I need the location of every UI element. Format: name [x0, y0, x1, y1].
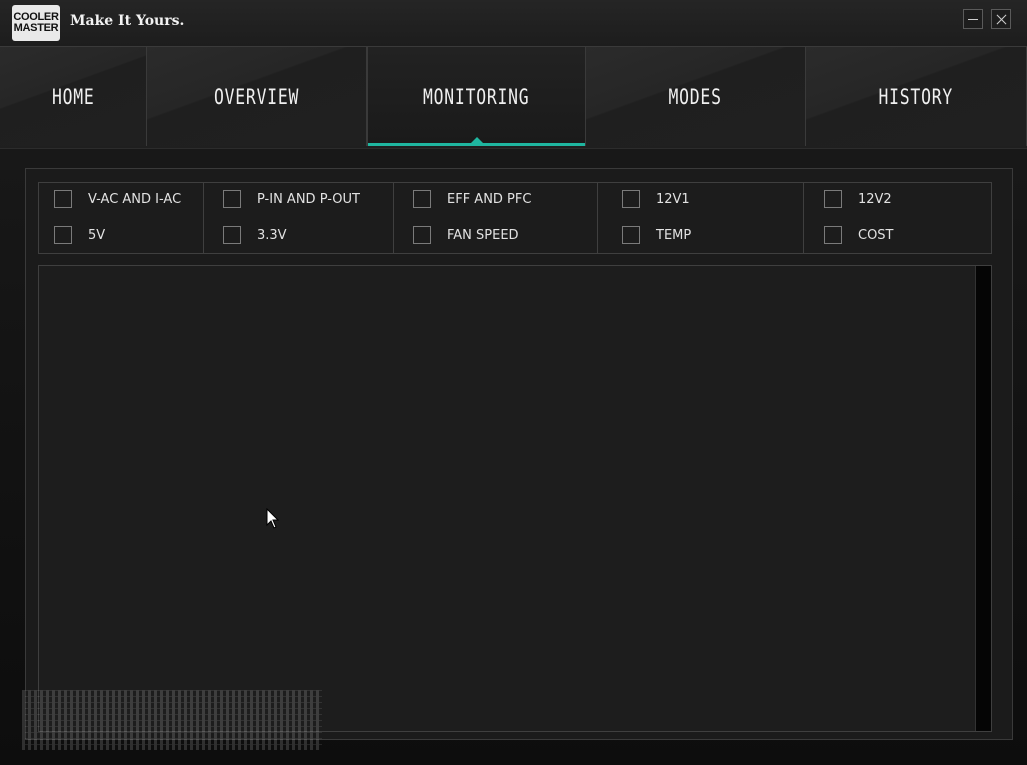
option-label: TEMP [656, 227, 692, 243]
option-label: P-IN AND P-OUT [257, 191, 360, 207]
checkbox[interactable] [622, 190, 640, 208]
app-slogan: Make It Yours. [70, 13, 185, 29]
option-eff-pfc[interactable]: EFF AND PFC [413, 189, 531, 209]
monitoring-panel: V-AC AND I-AC P-IN AND P-OUT EFF AND PFC… [25, 168, 1013, 740]
checkbox[interactable] [413, 226, 431, 244]
checkbox[interactable] [622, 226, 640, 244]
monitoring-graph-area[interactable] [38, 265, 992, 732]
checkbox[interactable] [54, 190, 72, 208]
main-tab-bar: HOME OVERVIEW MONITORING MODES HISTORY [0, 47, 1027, 149]
close-button[interactable] [991, 9, 1011, 29]
option-fan-speed[interactable]: FAN SPEED [413, 225, 519, 245]
option-temp[interactable]: TEMP [622, 225, 691, 245]
tab-modes[interactable]: MODES [586, 47, 806, 146]
option-v-ac-i-ac[interactable]: V-AC AND I-AC [54, 189, 181, 209]
option-label: 3.3V [257, 227, 287, 243]
option-label: 5V [88, 227, 106, 243]
checkbox[interactable] [824, 226, 842, 244]
option-label: V-AC AND I-AC [88, 191, 182, 207]
option-cost[interactable]: COST [824, 225, 894, 245]
tab-home[interactable]: HOME [0, 47, 147, 146]
app-window: COOLER MASTER Make It Yours. HOME OVERVI… [0, 0, 1027, 765]
minimize-button[interactable] [963, 9, 983, 29]
option-p-in-p-out[interactable]: P-IN AND P-OUT [223, 189, 360, 209]
tab-monitoring[interactable]: MONITORING [367, 47, 586, 146]
checkbox[interactable] [54, 226, 72, 244]
option-12v2[interactable]: 12V2 [824, 189, 892, 209]
tab-monitoring-label: MONITORING [423, 84, 530, 109]
option-label: 12V1 [656, 191, 690, 207]
tab-overview-label: OVERVIEW [213, 84, 300, 109]
option-3-3v[interactable]: 3.3V [223, 225, 287, 245]
tab-history[interactable]: HISTORY [806, 47, 1027, 146]
cooler-master-logo: COOLER MASTER [12, 5, 60, 41]
option-5v[interactable]: 5V [54, 225, 105, 245]
title-bar: COOLER MASTER Make It Yours. [0, 0, 1027, 47]
option-label: EFF AND PFC [447, 191, 532, 207]
logo-line-2: MASTER [13, 22, 59, 34]
monitoring-options-grid: V-AC AND I-AC P-IN AND P-OUT EFF AND PFC… [38, 182, 992, 254]
vertical-scrollbar[interactable] [975, 266, 991, 731]
option-12v1[interactable]: 12V1 [622, 189, 690, 209]
checkbox[interactable] [223, 190, 241, 208]
checkbox[interactable] [824, 190, 842, 208]
option-label: 12V2 [858, 191, 892, 207]
option-label: FAN SPEED [447, 227, 519, 243]
tab-history-label: HISTORY [878, 84, 954, 109]
tab-modes-label: MODES [668, 84, 723, 109]
tab-home-label: HOME [51, 84, 95, 109]
checkbox[interactable] [223, 226, 241, 244]
tab-overview[interactable]: OVERVIEW [147, 47, 367, 146]
option-label: COST [858, 227, 894, 243]
checkbox[interactable] [413, 190, 431, 208]
watermark-logo [22, 690, 322, 750]
